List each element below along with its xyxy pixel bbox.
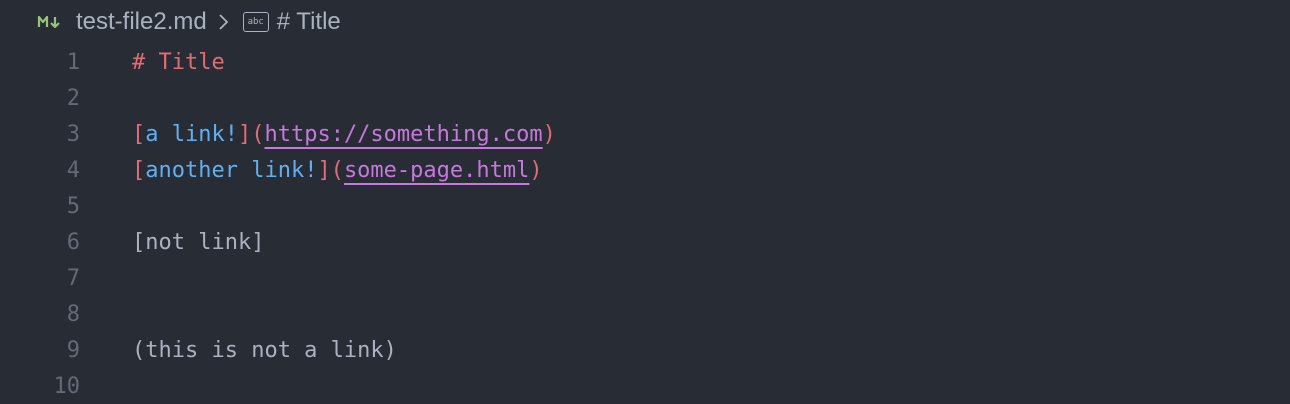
- editor-line[interactable]: 10: [0, 368, 1290, 404]
- close-bracket-token: ](: [237, 121, 265, 147]
- line-number: 2: [66, 85, 80, 111]
- breadcrumb-file-name[interactable]: test-file2.md: [76, 8, 207, 36]
- editor-line[interactable]: 6 [not link]: [0, 224, 1290, 260]
- line-number: 8: [66, 301, 80, 327]
- line-content[interactable]: # Title: [132, 50, 225, 75]
- string-symbol-icon: abc: [242, 12, 269, 32]
- chevron-right-icon: [217, 12, 231, 32]
- line-number: 4: [66, 157, 80, 183]
- editor-line[interactable]: 5: [0, 188, 1290, 224]
- line-number: 9: [66, 337, 80, 363]
- link-text-token: a link!: [145, 121, 238, 147]
- line-number: 7: [66, 265, 80, 291]
- line-number: 6: [66, 229, 80, 255]
- plain-text-token: (this is not a link): [132, 337, 397, 363]
- open-bracket-token: [: [132, 121, 146, 147]
- editor-line[interactable]: 2: [0, 80, 1290, 116]
- link-text-token: another link!: [145, 157, 318, 183]
- line-content[interactable]: (this is not a link): [132, 338, 397, 363]
- line-number: 1: [66, 49, 80, 75]
- line-content[interactable]: [another link!](some-page.html): [132, 158, 543, 183]
- markdown-icon[interactable]: [36, 12, 64, 32]
- breadcrumb: test-file2.md abc # Title: [0, 0, 1290, 44]
- link-url[interactable]: https://something.com: [264, 122, 542, 147]
- editor-line[interactable]: 8: [0, 296, 1290, 332]
- heading-token: # Title: [132, 49, 225, 75]
- close-paren-token: ): [529, 157, 543, 183]
- editor-line[interactable]: 1 # Title: [0, 44, 1290, 80]
- editor-line[interactable]: 9 (this is not a link): [0, 332, 1290, 368]
- plain-text-token: [not link]: [132, 229, 265, 255]
- editor-line[interactable]: 7: [0, 260, 1290, 296]
- line-number: 5: [66, 193, 80, 219]
- link-url[interactable]: some-page.html: [344, 158, 529, 183]
- open-bracket-token: [: [132, 157, 146, 183]
- breadcrumb-symbol-name[interactable]: # Title: [277, 8, 341, 36]
- editor-line[interactable]: 4 [another link!](some-page.html): [0, 152, 1290, 188]
- code-editor[interactable]: 1 # Title 2 3 [a link!](https://somethin…: [0, 44, 1290, 404]
- close-paren-token: ): [542, 121, 556, 147]
- editor-line[interactable]: 3 [a link!](https://something.com): [0, 116, 1290, 152]
- line-number: 10: [53, 373, 81, 399]
- line-number: 3: [66, 121, 80, 147]
- line-content[interactable]: [not link]: [132, 230, 264, 255]
- line-content[interactable]: [a link!](https://something.com): [132, 122, 556, 147]
- close-bracket-token: ](: [317, 157, 344, 183]
